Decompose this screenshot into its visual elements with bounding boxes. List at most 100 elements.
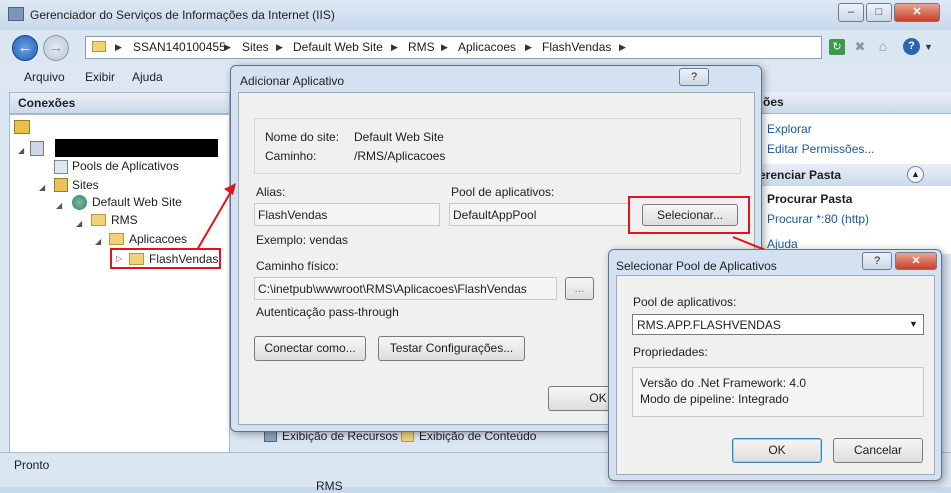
app-pools-icon	[54, 160, 68, 174]
expand-arrow-icon[interactable]: ▷	[116, 254, 122, 263]
pipeline-mode: Modo de pipeline: Integrado	[640, 392, 789, 406]
alias-label: Alias:	[256, 185, 286, 199]
minimize-button[interactable]: –	[838, 3, 864, 22]
procurar-80-link[interactable]: Procurar *:80 (http)	[767, 212, 869, 226]
tree-item-default-web-site[interactable]: Default Web Site	[92, 195, 182, 209]
alias-input[interactable]: FlashVendas	[254, 203, 440, 226]
highlight-flashvendas: ▷ FlashVendas	[110, 248, 221, 269]
pool-input: DefaultAppPool	[449, 203, 629, 226]
help-dropdown-icon[interactable]: ▼	[924, 42, 933, 52]
sites-icon	[54, 178, 68, 192]
collapse-arrow-icon[interactable]: ◢	[18, 146, 24, 155]
collapse-arrow-icon[interactable]: ◢	[95, 237, 101, 246]
path-label: Caminho:	[265, 149, 317, 163]
editar-permissoes-link[interactable]: Editar Permissões...	[767, 142, 874, 156]
navigation-bar: ← → ▶ SSAN140100455 ▶ Sites ▶ Default We…	[0, 30, 951, 62]
pool-ok-button[interactable]: OK	[732, 438, 822, 463]
close-button[interactable]: ✕	[894, 3, 940, 22]
example-text: Exemplo: vendas	[256, 233, 349, 247]
folder-icon	[92, 41, 106, 52]
breadcrumb-default-web-site[interactable]: Default Web Site	[293, 40, 383, 54]
chevron-right-icon[interactable]: ▶	[619, 42, 626, 53]
chevron-right-icon[interactable]: ▶	[391, 42, 398, 53]
tree-item-flashvendas[interactable]: FlashVendas	[149, 252, 218, 266]
chevron-right-icon[interactable]: ▶	[441, 42, 448, 53]
chevron-right-icon[interactable]: ▶	[525, 42, 532, 53]
pool-dialog-help-button[interactable]: ?	[862, 252, 892, 270]
chevron-right-icon[interactable]: ▶	[224, 42, 231, 53]
folder-icon	[129, 253, 144, 265]
chevron-right-icon[interactable]: ▶	[115, 42, 122, 53]
breadcrumb-flashvendas[interactable]: FlashVendas	[542, 40, 611, 54]
status-text: Pronto	[14, 458, 50, 472]
chevron-down-icon[interactable]: ▼	[909, 319, 918, 329]
pool-label: Pool de aplicativos:	[451, 185, 555, 199]
highlight-select-button: Selecionar...	[628, 196, 750, 234]
tree-item-aplicacoes[interactable]: Aplicacoes	[129, 232, 187, 246]
status-partial-text: RMS	[316, 479, 343, 493]
breadcrumb-sites[interactable]: Sites	[242, 40, 269, 54]
select-pool-dialog: Selecionar Pool de Aplicativos ? ✕ Pool …	[608, 249, 942, 481]
pool-select-label: Pool de aplicativos:	[633, 295, 737, 309]
help-icon[interactable]: ?	[903, 38, 920, 55]
server-icon	[30, 141, 44, 156]
connections-title: Conexões	[18, 96, 76, 110]
site-info-box: Nome do site: Default Web Site Caminho: …	[254, 118, 741, 174]
gerenciar-pasta-title: erenciar Pasta	[759, 168, 842, 182]
back-arrow-icon[interactable]: ←	[12, 35, 38, 61]
properties-label: Propriedades:	[633, 345, 708, 359]
iis-app-icon	[8, 7, 24, 21]
breadcrumb-server[interactable]: SSAN140100455	[133, 40, 226, 54]
refresh-icon[interactable]: ↻	[829, 39, 845, 55]
actions-title: ões	[763, 95, 784, 109]
explorar-link[interactable]: Explorar	[767, 122, 812, 136]
address-bar[interactable]: ▶ SSAN140100455 ▶ Sites ▶ Default Web Si…	[85, 36, 822, 59]
connections-header: Conexões	[9, 92, 230, 114]
pool-select[interactable]: RMS.APP.FLASHVENDAS ▼	[632, 314, 924, 335]
menu-exibir[interactable]: Exibir	[85, 70, 115, 84]
collapse-arrow-icon[interactable]: ◢	[76, 219, 82, 228]
physical-path-label: Caminho físico:	[256, 259, 339, 273]
dialog-help-button[interactable]: ?	[679, 68, 709, 86]
window-title: Gerenciador do Serviços de Informações d…	[30, 8, 335, 22]
globe-icon	[72, 195, 87, 210]
gerenciar-pasta-header: erenciar Pasta ▲	[757, 164, 951, 186]
title-bar: Gerenciador do Serviços de Informações d…	[0, 0, 951, 30]
collapse-arrow-icon[interactable]: ◢	[56, 201, 62, 210]
chevron-right-icon[interactable]: ▶	[276, 42, 283, 53]
menu-ajuda[interactable]: Ajuda	[132, 70, 163, 84]
site-name-label: Nome do site:	[265, 130, 340, 144]
dialog-title: Adicionar Aplicativo	[240, 74, 345, 88]
folder-icon	[91, 214, 106, 226]
site-name-value: Default Web Site	[354, 130, 444, 144]
pool-select-value: RMS.APP.FLASHVENDAS	[637, 318, 781, 332]
browse-button[interactable]: ...	[565, 277, 594, 300]
physical-path-input[interactable]: C:\inetpub\wwwroot\RMS\Aplicacoes\FlashV…	[254, 277, 557, 300]
collapse-arrow-icon[interactable]: ◢	[39, 183, 45, 192]
folder-icon	[109, 233, 124, 245]
pool-dialog-close-button[interactable]: ✕	[895, 252, 937, 270]
breadcrumb-aplicacoes[interactable]: Aplicacoes	[458, 40, 516, 54]
home-icon[interactable]: ⌂	[875, 38, 891, 54]
connect-as-button[interactable]: Conectar como...	[254, 336, 366, 361]
collapse-section-icon[interactable]: ▲	[907, 166, 924, 183]
connect-icon[interactable]	[14, 120, 30, 134]
forward-arrow-icon[interactable]: →	[43, 35, 69, 61]
select-pool-button[interactable]: Selecionar...	[642, 204, 738, 226]
auth-text: Autenticação pass-through	[256, 305, 399, 319]
stop-icon[interactable]: ✖	[852, 39, 868, 55]
procurar-pasta-link[interactable]: Procurar Pasta	[767, 192, 852, 206]
breadcrumb-rms[interactable]: RMS	[408, 40, 435, 54]
pool-cancel-button[interactable]: Cancelar	[833, 438, 923, 463]
maximize-button[interactable]: □	[866, 3, 892, 22]
menu-arquivo[interactable]: Arquivo	[24, 70, 65, 84]
path-value: /RMS/Aplicacoes	[354, 149, 446, 163]
tree-item-rms[interactable]: RMS	[111, 213, 138, 227]
pool-dialog-body: Pool de aplicativos: RMS.APP.FLASHVENDAS…	[616, 275, 935, 475]
test-settings-button[interactable]: Testar Configurações...	[378, 336, 525, 361]
framework-version: Versão do .Net Framework: 4.0	[640, 376, 807, 390]
redacted-server-name	[55, 139, 218, 157]
tree-item-pools[interactable]: Pools de Aplicativos	[72, 159, 179, 173]
tree-item-sites[interactable]: Sites	[72, 178, 99, 192]
actions-panel: ões Explorar Editar Permissões... erenci…	[756, 92, 951, 254]
